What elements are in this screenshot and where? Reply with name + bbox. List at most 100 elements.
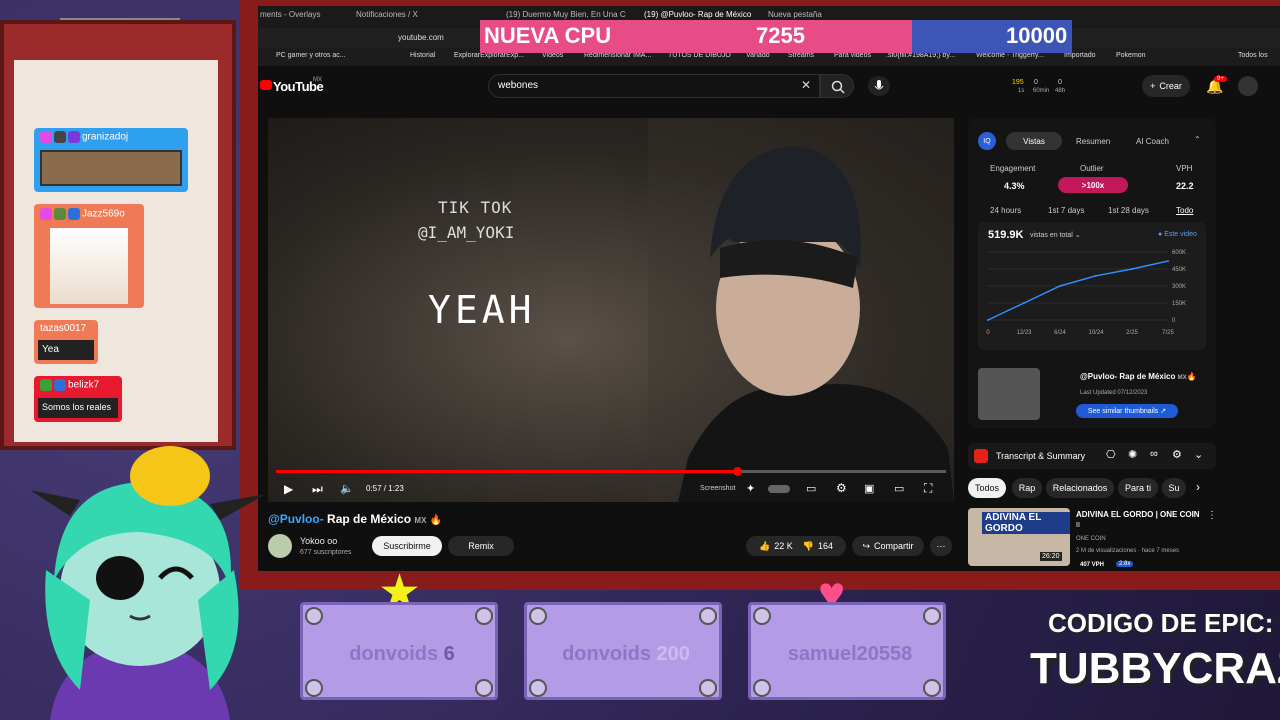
- create-button[interactable]: + Crear: [1142, 75, 1190, 97]
- bookmark[interactable]: Streams: [788, 52, 814, 59]
- volume-icon[interactable]: 🔈: [340, 482, 354, 495]
- remix-label: Remix: [468, 541, 494, 551]
- bookmark[interactable]: Para videos: [834, 52, 871, 59]
- bookmark[interactable]: Videos: [542, 52, 563, 59]
- bookmark[interactable]: Redimensionar IMA...: [584, 52, 651, 59]
- dislike-count: 164: [817, 541, 833, 551]
- name-card-text: samuel20558: [787, 643, 913, 665]
- bookmark[interactable]: PC gamer y otros ac...: [276, 52, 346, 59]
- transcript-bar[interactable]: Transcript & Summary ⎔ ✺ ∞ ⚙ ⌄: [968, 443, 1216, 469]
- iq-badge: IQ: [978, 132, 996, 150]
- fire-icon: 🔥: [429, 515, 443, 526]
- browser-tab[interactable]: ments - Overlays: [260, 10, 320, 19]
- bookmark[interactable]: Todos los: [1238, 52, 1268, 59]
- bookmark[interactable]: Historial: [410, 52, 435, 59]
- x-tick-label: 0: [986, 330, 990, 336]
- range-option[interactable]: 1st 28 days: [1108, 206, 1149, 215]
- settings-gear-icon[interactable]: ⚙: [1172, 448, 1182, 461]
- title-text: Rap de México: [323, 512, 412, 526]
- bookmark[interactable]: Variado: [746, 52, 770, 59]
- badge-icon: [40, 131, 52, 143]
- chat-username: Jazz569o: [40, 208, 125, 220]
- screenshot-button[interactable]: Screenshot: [700, 485, 735, 492]
- browser-tab[interactable]: Notificaciones / X: [356, 10, 418, 19]
- analytics-panel: IQ Vistas Resumen AI Coach ⌃ Engagement …: [968, 118, 1216, 428]
- clear-search-icon[interactable]: ✕: [801, 78, 811, 92]
- bookmark[interactable]: Welcome - Triggerfy...: [976, 52, 1044, 59]
- screw-icon: [305, 679, 323, 697]
- epic-code-value: TUBBYCRAZY: [1030, 644, 1280, 693]
- recommended-vph: 407 VPH: [1080, 562, 1105, 568]
- tab-ai-coach[interactable]: AI Coach: [1136, 137, 1169, 146]
- video-time: 0:57 / 1:23: [366, 484, 404, 493]
- y-tick-label: 600K: [1172, 250, 1186, 256]
- dislike-icon[interactable]: 👎: [803, 541, 814, 552]
- tab-vistas[interactable]: Vistas: [1006, 132, 1062, 150]
- recommended-title[interactable]: ADIVINA EL GORDO | ONE COIN: [1076, 510, 1200, 519]
- bookmark[interactable]: TUTOS DE DIBUJO: [668, 52, 731, 59]
- tab-resumen[interactable]: Resumen: [1076, 137, 1110, 146]
- recommended-thumbnail[interactable]: ADIVINA EL GORDO 26:20: [968, 508, 1070, 566]
- video-overlay-text: TIK TOK: [438, 198, 513, 217]
- video-thumbnail[interactable]: [978, 368, 1040, 420]
- subscribe-button[interactable]: Suscribirme: [372, 536, 442, 556]
- robot-icon[interactable]: ⎔: [1106, 448, 1116, 461]
- video-player[interactable]: TIK TOK @I_AM_YOKI YEAH: [268, 118, 954, 502]
- chip-todos[interactable]: Todos: [968, 478, 1006, 498]
- subscriber-count: 677 suscriptores: [300, 549, 352, 556]
- range-option[interactable]: 24 hours: [990, 206, 1021, 215]
- glasses-icon[interactable]: ∞: [1150, 448, 1158, 460]
- chip[interactable]: Relacionados: [1046, 478, 1114, 498]
- settings-gear-icon[interactable]: ⚙: [836, 481, 847, 495]
- plus-icon: +: [1150, 81, 1156, 91]
- chip[interactable]: Su: [1162, 478, 1186, 498]
- badge-icon: [54, 208, 66, 220]
- fullscreen-icon[interactable]: ⛶: [924, 481, 932, 496]
- range-option-active[interactable]: Todo: [1176, 206, 1193, 215]
- play-icon[interactable]: ▶: [284, 482, 293, 496]
- chip[interactable]: Rap: [1012, 478, 1042, 498]
- bookmark[interactable]: ExplorarExplorarExp...: [454, 52, 524, 59]
- thumb-title: @Puvloo- Rap de México MX🔥: [1080, 372, 1197, 381]
- remix-button[interactable]: Remix: [448, 536, 514, 556]
- voice-search-button[interactable]: [868, 76, 890, 96]
- search-input[interactable]: webones ✕: [488, 74, 820, 98]
- theater-mode-icon[interactable]: ▭: [894, 482, 904, 495]
- search-button[interactable]: [820, 74, 854, 98]
- like-icon[interactable]: 👍: [759, 541, 770, 552]
- chevron-right-icon[interactable]: ›: [1196, 480, 1200, 494]
- avatar[interactable]: [1238, 76, 1258, 96]
- next-icon[interactable]: ⏭: [312, 482, 323, 497]
- screw-icon: [305, 607, 323, 625]
- chat-username: belizk7: [40, 379, 99, 391]
- chevron-down-icon[interactable]: ⌄: [1194, 448, 1203, 461]
- bookmark[interactable]: Importado: [1064, 52, 1096, 59]
- progress-scrubber[interactable]: [733, 467, 742, 476]
- share-button[interactable]: ↪ Compartir: [852, 536, 924, 556]
- similar-thumbnails-button[interactable]: See similar thumbnails ↗: [1076, 404, 1178, 418]
- y-tick-label: 300K: [1172, 284, 1186, 290]
- miniplayer-icon[interactable]: ▣: [864, 482, 874, 495]
- bookmark[interactable]: Pokemon: [1116, 52, 1146, 59]
- bookmark[interactable]: .st0{fill:#198A19;} by...: [886, 52, 955, 59]
- recommended-channel[interactable]: ONE COIN: [1076, 536, 1106, 542]
- browser-tab-active[interactable]: (19) @Puvloo- Rap de México: [644, 10, 756, 19]
- views-select[interactable]: vistas en total ⌄: [1030, 231, 1081, 239]
- metric-value: 4.3%: [1004, 181, 1025, 191]
- openai-icon[interactable]: ✺: [1128, 448, 1137, 461]
- subtitles-icon[interactable]: ▭: [806, 482, 816, 495]
- youtube-logo-icon[interactable]: [260, 80, 272, 90]
- browser-tab[interactable]: Nueva pestaña: [768, 10, 822, 19]
- like-count[interactable]: 22 K: [774, 541, 793, 551]
- screw-icon: [753, 679, 771, 697]
- chip[interactable]: Para ti: [1118, 478, 1158, 498]
- channel-name[interactable]: Yokoo oo: [300, 536, 337, 546]
- range-option[interactable]: 1st 7 days: [1048, 206, 1084, 215]
- collapse-icon[interactable]: ⌃: [1194, 135, 1201, 144]
- more-options-icon[interactable]: ⋮: [1207, 510, 1217, 521]
- y-tick-label: 450K: [1172, 267, 1186, 273]
- autoplay-toggle[interactable]: [768, 485, 790, 493]
- more-actions-button[interactable]: ⋯: [930, 536, 952, 556]
- browser-tab[interactable]: (19) Duermo Muy Bien, En Una Cama: [506, 10, 626, 19]
- sparkle-icon[interactable]: ✦: [746, 482, 755, 495]
